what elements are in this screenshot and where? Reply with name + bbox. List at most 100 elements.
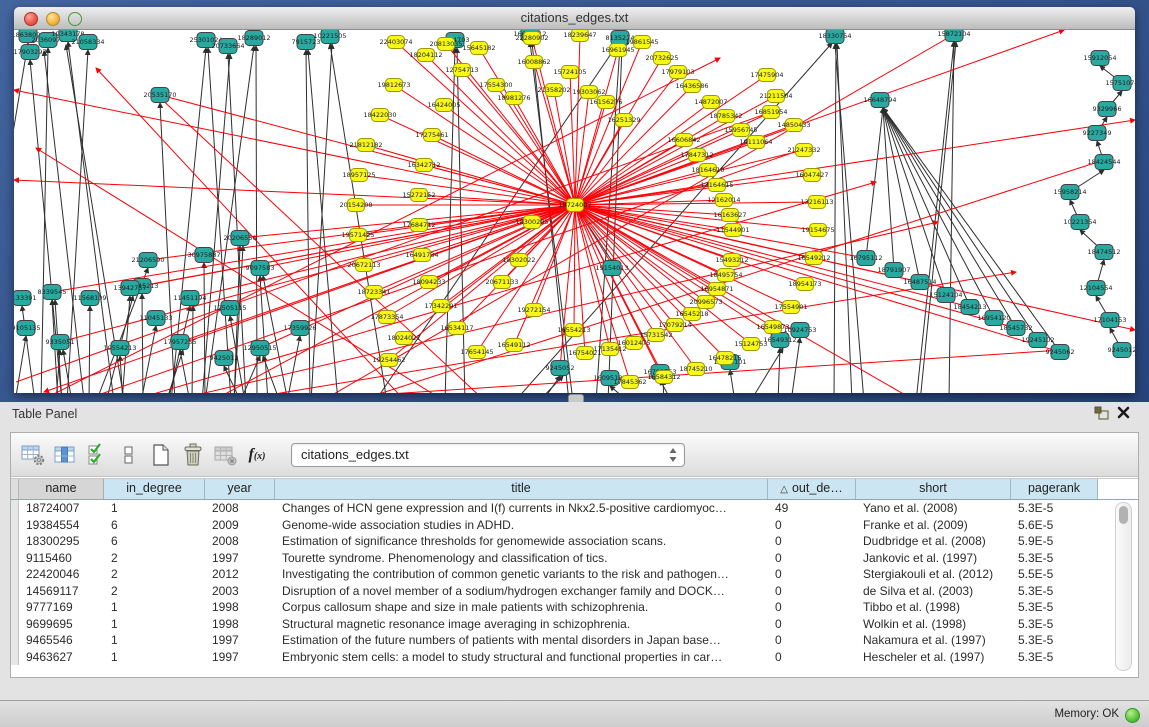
- network-node[interactable]: 18164610: [691, 164, 724, 177]
- network-node[interactable]: 20672113: [347, 259, 380, 272]
- cell-year[interactable]: 2008: [205, 533, 275, 550]
- network-node[interactable]: 17104153: [1093, 313, 1126, 328]
- table-vertical-scrollbar[interactable]: [1115, 502, 1132, 671]
- cell-out_de[interactable]: 0: [768, 632, 856, 649]
- network-node[interactable]: 20535170: [143, 88, 176, 103]
- cell-pagerank[interactable]: 5.6E-5: [1011, 517, 1098, 534]
- column-header-short[interactable]: short: [856, 479, 1011, 499]
- cell-pagerank[interactable]: 5.3E-5: [1011, 649, 1098, 666]
- cell-short[interactable]: Jankovic et al. (1997): [856, 550, 1011, 567]
- table-row[interactable]: 1872400712008Changes of HCN gene express…: [11, 500, 1138, 517]
- network-node[interactable]: 20813035: [429, 38, 462, 51]
- table-settings-icon[interactable]: [19, 440, 47, 470]
- cell-out_de[interactable]: 49: [768, 500, 856, 517]
- network-node[interactable]: 21358202: [537, 84, 570, 97]
- network-node[interactable]: 15124104: [929, 288, 962, 303]
- network-node[interactable]: 21206590: [131, 253, 164, 268]
- network-node[interactable]: 16584312: [647, 371, 680, 384]
- cell-title[interactable]: Estimation of the future numbers of pati…: [275, 632, 768, 649]
- close-window-icon[interactable]: [24, 12, 38, 26]
- network-node[interactable]: 17359926: [283, 321, 316, 336]
- network-node[interactable]: 18785342: [709, 110, 742, 123]
- cell-in_degree[interactable]: 1: [104, 500, 205, 517]
- cell-year[interactable]: 2012: [205, 566, 275, 583]
- cell-short[interactable]: Dudbridge et al. (2008): [856, 533, 1011, 550]
- cell-in_degree[interactable]: 6: [104, 517, 205, 534]
- cell-pagerank[interactable]: 5.3E-5: [1011, 616, 1098, 633]
- column-header-out_de[interactable]: △out_de…: [768, 479, 856, 499]
- table-row[interactable]: 1938455462009Genome-wide association stu…: [11, 517, 1138, 534]
- network-node[interactable]: 15872104: [937, 30, 970, 42]
- network-node[interactable]: 20154208: [339, 199, 372, 212]
- table-select-dropdown[interactable]: citations_edges.txt: [291, 443, 685, 467]
- network-node[interactable]: 16648794: [863, 93, 896, 108]
- cell-in_degree[interactable]: 1: [104, 632, 205, 649]
- minimize-window-icon[interactable]: [46, 12, 60, 26]
- network-node[interactable]: 17554300: [479, 79, 512, 92]
- network-node[interactable]: 19245102: [1021, 333, 1054, 348]
- cell-in_degree[interactable]: 1: [104, 649, 205, 666]
- cell-name[interactable]: 9115460: [19, 550, 104, 567]
- network-node[interactable]: 18474512: [1087, 245, 1120, 260]
- cell-name[interactable]: 18300295: [19, 533, 104, 550]
- network-node[interactable]: 9097583: [246, 261, 275, 276]
- network-node[interactable]: 9245052: [546, 361, 575, 376]
- cell-in_degree[interactable]: 1: [104, 599, 205, 616]
- network-node[interactable]: 9105135: [14, 321, 40, 336]
- cell-name[interactable]: 9465546: [19, 632, 104, 649]
- cell-out_de[interactable]: 0: [768, 533, 856, 550]
- cell-name[interactable]: 19384554: [19, 517, 104, 534]
- cell-short[interactable]: de Silva et al. (2003): [856, 583, 1011, 600]
- network-node[interactable]: 9425012: [210, 351, 239, 366]
- cell-pagerank[interactable]: 5.3E-5: [1011, 632, 1098, 649]
- cell-short[interactable]: Yano et al. (2008): [856, 500, 1011, 517]
- network-window[interactable]: citations_edges.txt 18638099203609721934…: [14, 7, 1135, 393]
- network-node[interactable]: 18302022: [502, 254, 535, 267]
- column-header-in_degree[interactable]: in_degree: [104, 479, 205, 499]
- cell-out_de[interactable]: 0: [768, 599, 856, 616]
- column-header-title[interactable]: title: [275, 479, 768, 499]
- network-node[interactable]: 16436586: [675, 80, 708, 93]
- cell-pagerank[interactable]: 5.5E-5: [1011, 566, 1098, 583]
- float-window-icon[interactable]: [1093, 406, 1111, 422]
- cell-in_degree[interactable]: 2: [104, 550, 205, 567]
- cell-year[interactable]: 1998: [205, 616, 275, 633]
- cell-short[interactable]: Stergiakouli et al. (2012): [856, 566, 1011, 583]
- network-node[interactable]: 16534117: [440, 322, 473, 335]
- cell-title[interactable]: Structural magnetic resonance image aver…: [275, 616, 768, 633]
- network-node[interactable]: 18300295: [515, 216, 548, 229]
- network-node[interactable]: 21211504: [759, 90, 792, 103]
- table-row[interactable]: 1456911722003Disruption of a novel membe…: [11, 583, 1138, 600]
- network-node[interactable]: 9133391: [14, 291, 36, 306]
- maximize-window-icon[interactable]: [68, 12, 82, 26]
- cell-out_de[interactable]: 0: [768, 616, 856, 633]
- cell-title[interactable]: Corpus callosum shape and size in male p…: [275, 599, 768, 616]
- network-node[interactable]: 13216113: [800, 196, 833, 209]
- network-node[interactable]: 16795112: [849, 251, 882, 266]
- network-node[interactable]: 16754021: [568, 347, 601, 360]
- network-node[interactable]: 18954173: [788, 278, 821, 291]
- column-header-year[interactable]: year: [205, 479, 275, 499]
- cell-title[interactable]: Disruption of a novel member of a sodium…: [275, 583, 768, 600]
- network-node[interactable]: 11045133: [139, 311, 172, 326]
- network-node[interactable]: 17554901: [774, 301, 807, 314]
- network-node[interactable]: 18330754: [818, 30, 851, 44]
- network-node[interactable]: 20996573: [689, 296, 722, 309]
- cell-short[interactable]: Nakamura et al. (1997): [856, 632, 1011, 649]
- network-node[interactable]: 18239647: [563, 30, 596, 42]
- network-node[interactable]: 18422030: [363, 109, 396, 122]
- table-row[interactable]: 946554611997Estimation of the future num…: [11, 632, 1138, 649]
- cell-pagerank[interactable]: 5.3E-5: [1011, 583, 1098, 600]
- cell-pagerank[interactable]: 5.3E-5: [1011, 500, 1098, 517]
- network-node[interactable]: 16606842: [667, 134, 700, 147]
- cell-title[interactable]: Embryonic stem cells: a model to study s…: [275, 649, 768, 666]
- table-row[interactable]: 977716911998Corpus callosum shape and si…: [11, 599, 1138, 616]
- network-node[interactable]: 18791907: [877, 263, 910, 278]
- cell-year[interactable]: 1997: [205, 649, 275, 666]
- network-node[interactable]: 17475904: [750, 69, 783, 82]
- network-node[interactable]: 16549112: [497, 339, 530, 352]
- network-canvas[interactable]: 1863809920360972193431782105833417903297…: [14, 30, 1135, 393]
- table-row[interactable]: 1830029562008Estimation of significance …: [11, 533, 1138, 550]
- network-node[interactable]: 20732625: [645, 52, 678, 65]
- cell-title[interactable]: Genome-wide association studies in ADHD.: [275, 517, 768, 534]
